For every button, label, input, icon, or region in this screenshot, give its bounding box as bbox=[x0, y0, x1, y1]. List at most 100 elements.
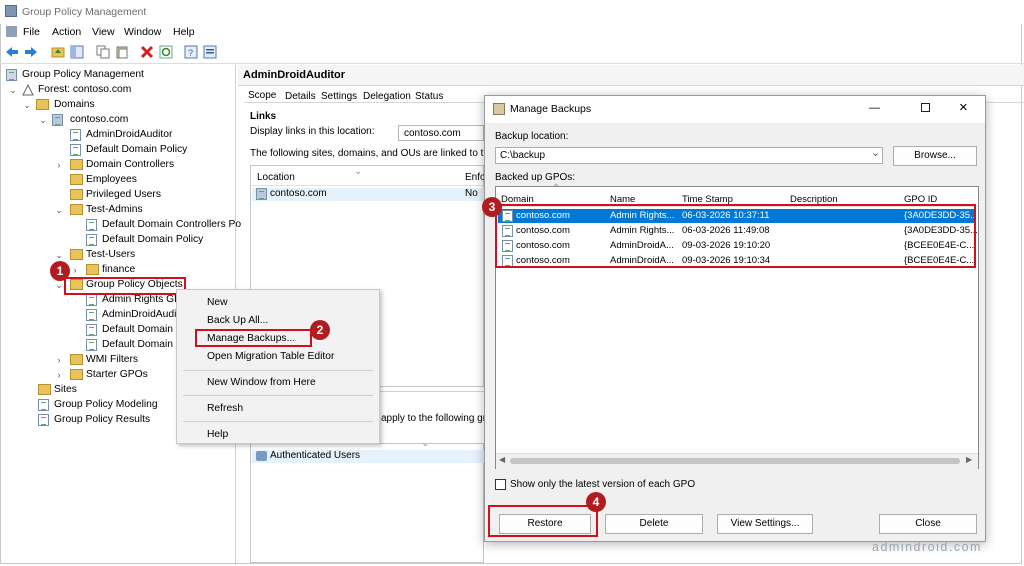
system-menu-icon[interactable] bbox=[6, 26, 17, 37]
minimize-button[interactable]: — bbox=[869, 102, 880, 114]
step-badge-4: 4 bbox=[586, 492, 606, 512]
gpo-link-icon bbox=[86, 219, 97, 231]
highlight-gpo-node bbox=[64, 277, 186, 295]
help-icon[interactable]: ? bbox=[184, 45, 198, 59]
close-button[interactable]: Close bbox=[879, 514, 977, 534]
gpo-link-icon bbox=[70, 144, 81, 156]
chevron-right-icon[interactable]: › bbox=[54, 368, 64, 382]
menu-item-help[interactable]: Help bbox=[207, 429, 228, 440]
menu-view[interactable]: View bbox=[92, 26, 115, 38]
ou-icon bbox=[70, 174, 83, 185]
close-icon[interactable]: × bbox=[959, 99, 968, 116]
browse-button[interactable]: Browse... bbox=[893, 146, 977, 166]
col-location[interactable]: Location bbox=[257, 172, 295, 183]
tab-scope[interactable]: Scope bbox=[248, 90, 276, 101]
display-links-select[interactable]: contoso.com bbox=[398, 125, 484, 141]
sort-arrow-icon: ⌄ bbox=[354, 166, 363, 177]
highlight-restore-button bbox=[488, 505, 598, 537]
copy-icon[interactable] bbox=[96, 45, 110, 59]
chevron-down-icon[interactable]: ⌄ bbox=[54, 203, 64, 217]
details-title: AdminDroidAuditor bbox=[243, 69, 346, 81]
scrollbar-thumb[interactable] bbox=[510, 458, 960, 464]
step-badge-1: 1 bbox=[50, 261, 70, 281]
context-menu: New Back Up All... Manage Backups... Ope… bbox=[176, 289, 380, 444]
sort-arrow-icon: ⌄ bbox=[421, 438, 430, 449]
tab-delegation[interactable]: Delegation bbox=[363, 91, 411, 102]
properties-icon[interactable] bbox=[203, 45, 217, 59]
folder-icon bbox=[70, 354, 83, 365]
security-filter-list: ⌄ Authenticated Users bbox=[250, 438, 484, 563]
details-header: AdminDroidAuditor bbox=[238, 65, 1024, 86]
toolbar: ? bbox=[0, 41, 1024, 64]
tab-details[interactable]: Details bbox=[285, 91, 316, 102]
folder-icon bbox=[70, 369, 83, 380]
domain-icon bbox=[256, 188, 267, 200]
dialog-icon bbox=[493, 103, 505, 115]
chevron-right-icon[interactable]: › bbox=[70, 263, 80, 277]
list-item[interactable]: Authenticated Users bbox=[252, 450, 484, 463]
menu-separator bbox=[183, 395, 373, 396]
gpo-icon bbox=[86, 309, 97, 321]
gpo-link-icon bbox=[86, 234, 97, 246]
backup-location-label: Backup location: bbox=[495, 131, 569, 142]
chevron-down-icon[interactable]: ⌄ bbox=[871, 146, 880, 159]
ou-icon bbox=[86, 264, 99, 275]
paste-icon[interactable] bbox=[115, 45, 129, 59]
app-icon bbox=[5, 5, 17, 17]
security-filter-text: apply to the following grou bbox=[381, 413, 498, 424]
delete-button[interactable]: Delete bbox=[605, 514, 703, 534]
chevron-down-icon[interactable]: ⌄ bbox=[8, 83, 18, 97]
menu-file[interactable]: File bbox=[23, 26, 40, 38]
title-bar: Group Policy Management bbox=[0, 0, 1024, 24]
ou-icon bbox=[70, 249, 83, 260]
users-icon bbox=[256, 451, 267, 461]
gpo-link-icon bbox=[70, 129, 81, 141]
linked-text: The following sites, domains, and OUs ar… bbox=[250, 148, 522, 159]
svg-text:?: ? bbox=[188, 48, 193, 58]
sites-icon bbox=[38, 384, 51, 395]
forward-arrow-icon[interactable] bbox=[24, 45, 38, 59]
highlight-manage-backups bbox=[195, 329, 312, 347]
chevron-down-icon[interactable]: ⌄ bbox=[22, 98, 32, 112]
horizontal-scrollbar[interactable]: ◀ ▶ bbox=[496, 453, 978, 469]
gpo-icon bbox=[86, 339, 97, 351]
menu-help[interactable]: Help bbox=[173, 26, 195, 38]
backup-location-input[interactable]: C:\backup ⌄ bbox=[495, 147, 883, 164]
view-settings-button[interactable]: View Settings... bbox=[717, 514, 813, 534]
menu-item-new[interactable]: New bbox=[207, 297, 228, 308]
display-links-label: Display links in this location: bbox=[250, 126, 375, 137]
backed-up-label: Backed up GPOs: bbox=[495, 172, 576, 183]
latest-only-checkbox[interactable] bbox=[495, 479, 506, 490]
ou-icon bbox=[70, 189, 83, 200]
chevron-down-icon[interactable]: ⌄ bbox=[38, 113, 48, 127]
menu-separator bbox=[183, 370, 373, 371]
chevron-right-icon[interactable]: › bbox=[54, 353, 64, 367]
scroll-right-icon[interactable]: ▶ bbox=[966, 455, 972, 464]
menu-item-new-window[interactable]: New Window from Here bbox=[207, 377, 316, 388]
ou-icon bbox=[70, 159, 83, 170]
maximize-button[interactable] bbox=[921, 103, 930, 112]
refresh-icon[interactable] bbox=[159, 45, 173, 59]
highlight-backups-list bbox=[495, 204, 976, 268]
menu-action[interactable]: Action bbox=[52, 26, 81, 38]
back-arrow-icon[interactable] bbox=[5, 45, 19, 59]
chevron-right-icon[interactable]: › bbox=[54, 158, 64, 172]
scroll-left-icon[interactable]: ◀ bbox=[499, 455, 505, 464]
show-tree-icon[interactable] bbox=[70, 45, 84, 59]
menu-item-migration[interactable]: Open Migration Table Editor bbox=[207, 351, 334, 362]
delete-icon[interactable] bbox=[140, 45, 154, 59]
modeling-icon bbox=[38, 399, 49, 411]
ou-icon bbox=[70, 204, 83, 215]
chevron-down-icon[interactable]: ⌄ bbox=[54, 248, 64, 262]
gpo-icon bbox=[86, 294, 97, 306]
tab-status[interactable]: Status bbox=[415, 91, 443, 102]
menu-item-refresh[interactable]: Refresh bbox=[207, 403, 243, 414]
menu-window[interactable]: Window bbox=[124, 26, 161, 38]
menu-bar: File Action View Window Help bbox=[0, 24, 1024, 40]
dialog-title: Manage Backups bbox=[510, 103, 592, 115]
menu-item-backup-all[interactable]: Back Up All... bbox=[207, 315, 268, 326]
up-folder-icon[interactable] bbox=[51, 45, 65, 59]
table-row[interactable]: contoso.com No bbox=[252, 188, 484, 201]
gpo-icon bbox=[86, 324, 97, 336]
tab-settings[interactable]: Settings bbox=[321, 91, 357, 102]
